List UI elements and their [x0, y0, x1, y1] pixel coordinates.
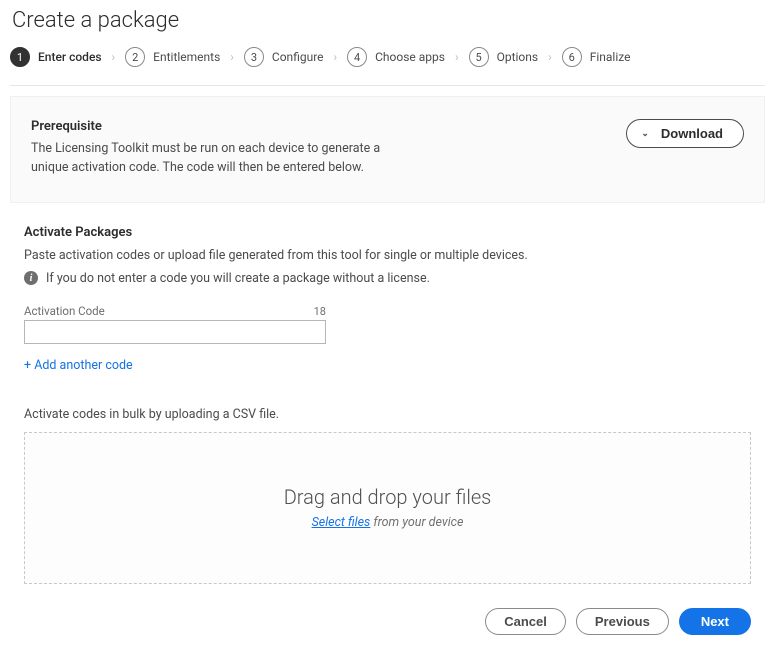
- prerequisite-text: The Licensing Toolkit must be run on eac…: [31, 140, 391, 178]
- activation-code-label: Activation Code: [24, 304, 105, 318]
- chevron-right-icon: ›: [334, 50, 338, 64]
- step-enter-codes[interactable]: 1 Enter codes: [10, 47, 102, 67]
- step-label: Finalize: [590, 50, 631, 64]
- step-number: 4: [347, 47, 367, 67]
- activate-title: Activate Packages: [24, 225, 751, 240]
- step-options[interactable]: 5 Options: [469, 47, 539, 67]
- chevron-down-icon: ⌄: [641, 128, 649, 139]
- download-label: Download: [661, 126, 723, 141]
- page-title: Create a package: [12, 8, 765, 33]
- info-row: i If you do not enter a code you will cr…: [24, 271, 751, 286]
- step-label: Enter codes: [38, 50, 102, 64]
- prerequisite-card: Prerequisite The Licensing Toolkit must …: [10, 96, 765, 203]
- next-button[interactable]: Next: [679, 608, 751, 635]
- prerequisite-title: Prerequisite: [31, 119, 391, 134]
- previous-button[interactable]: Previous: [576, 608, 669, 635]
- activation-code-counter: 18: [314, 305, 326, 318]
- step-number: 2: [125, 47, 145, 67]
- activate-section: Activate Packages Paste activation codes…: [10, 215, 765, 584]
- bulk-upload-label: Activate codes in bulk by uploading a CS…: [24, 407, 751, 422]
- add-another-code-link[interactable]: + Add another code: [24, 358, 133, 373]
- activation-code-input[interactable]: [24, 320, 326, 344]
- step-finalize[interactable]: 6 Finalize: [562, 47, 631, 67]
- stepper: 1 Enter codes › 2 Entitlements › 3 Confi…: [10, 47, 765, 86]
- dropzone-subtitle: Select files from your device: [312, 515, 464, 530]
- step-label: Choose apps: [375, 50, 445, 64]
- step-number: 5: [469, 47, 489, 67]
- step-number: 1: [10, 47, 30, 67]
- activate-subtitle: Paste activation codes or upload file ge…: [24, 248, 751, 263]
- chevron-right-icon: ›: [548, 50, 552, 64]
- dropzone-suffix: from your device: [370, 515, 463, 530]
- chevron-right-icon: ›: [112, 50, 116, 64]
- step-entitlements[interactable]: 2 Entitlements: [125, 47, 220, 67]
- select-files-link[interactable]: Select files: [312, 515, 371, 530]
- info-text: If you do not enter a code you will crea…: [46, 271, 430, 286]
- step-label: Options: [497, 50, 539, 64]
- dropzone-title: Drag and drop your files: [284, 485, 492, 509]
- step-number: 3: [244, 47, 264, 67]
- step-configure[interactable]: 3 Configure: [244, 47, 324, 67]
- step-label: Entitlements: [153, 50, 220, 64]
- step-number: 6: [562, 47, 582, 67]
- info-icon: i: [24, 271, 38, 285]
- download-button[interactable]: ⌄ Download: [626, 119, 744, 148]
- footer-actions: Cancel Previous Next: [10, 584, 765, 641]
- step-choose-apps[interactable]: 4 Choose apps: [347, 47, 445, 67]
- cancel-button[interactable]: Cancel: [485, 608, 566, 635]
- step-label: Configure: [272, 50, 324, 64]
- file-dropzone[interactable]: Drag and drop your files Select files fr…: [24, 432, 751, 584]
- chevron-right-icon: ›: [230, 50, 234, 64]
- chevron-right-icon: ›: [455, 50, 459, 64]
